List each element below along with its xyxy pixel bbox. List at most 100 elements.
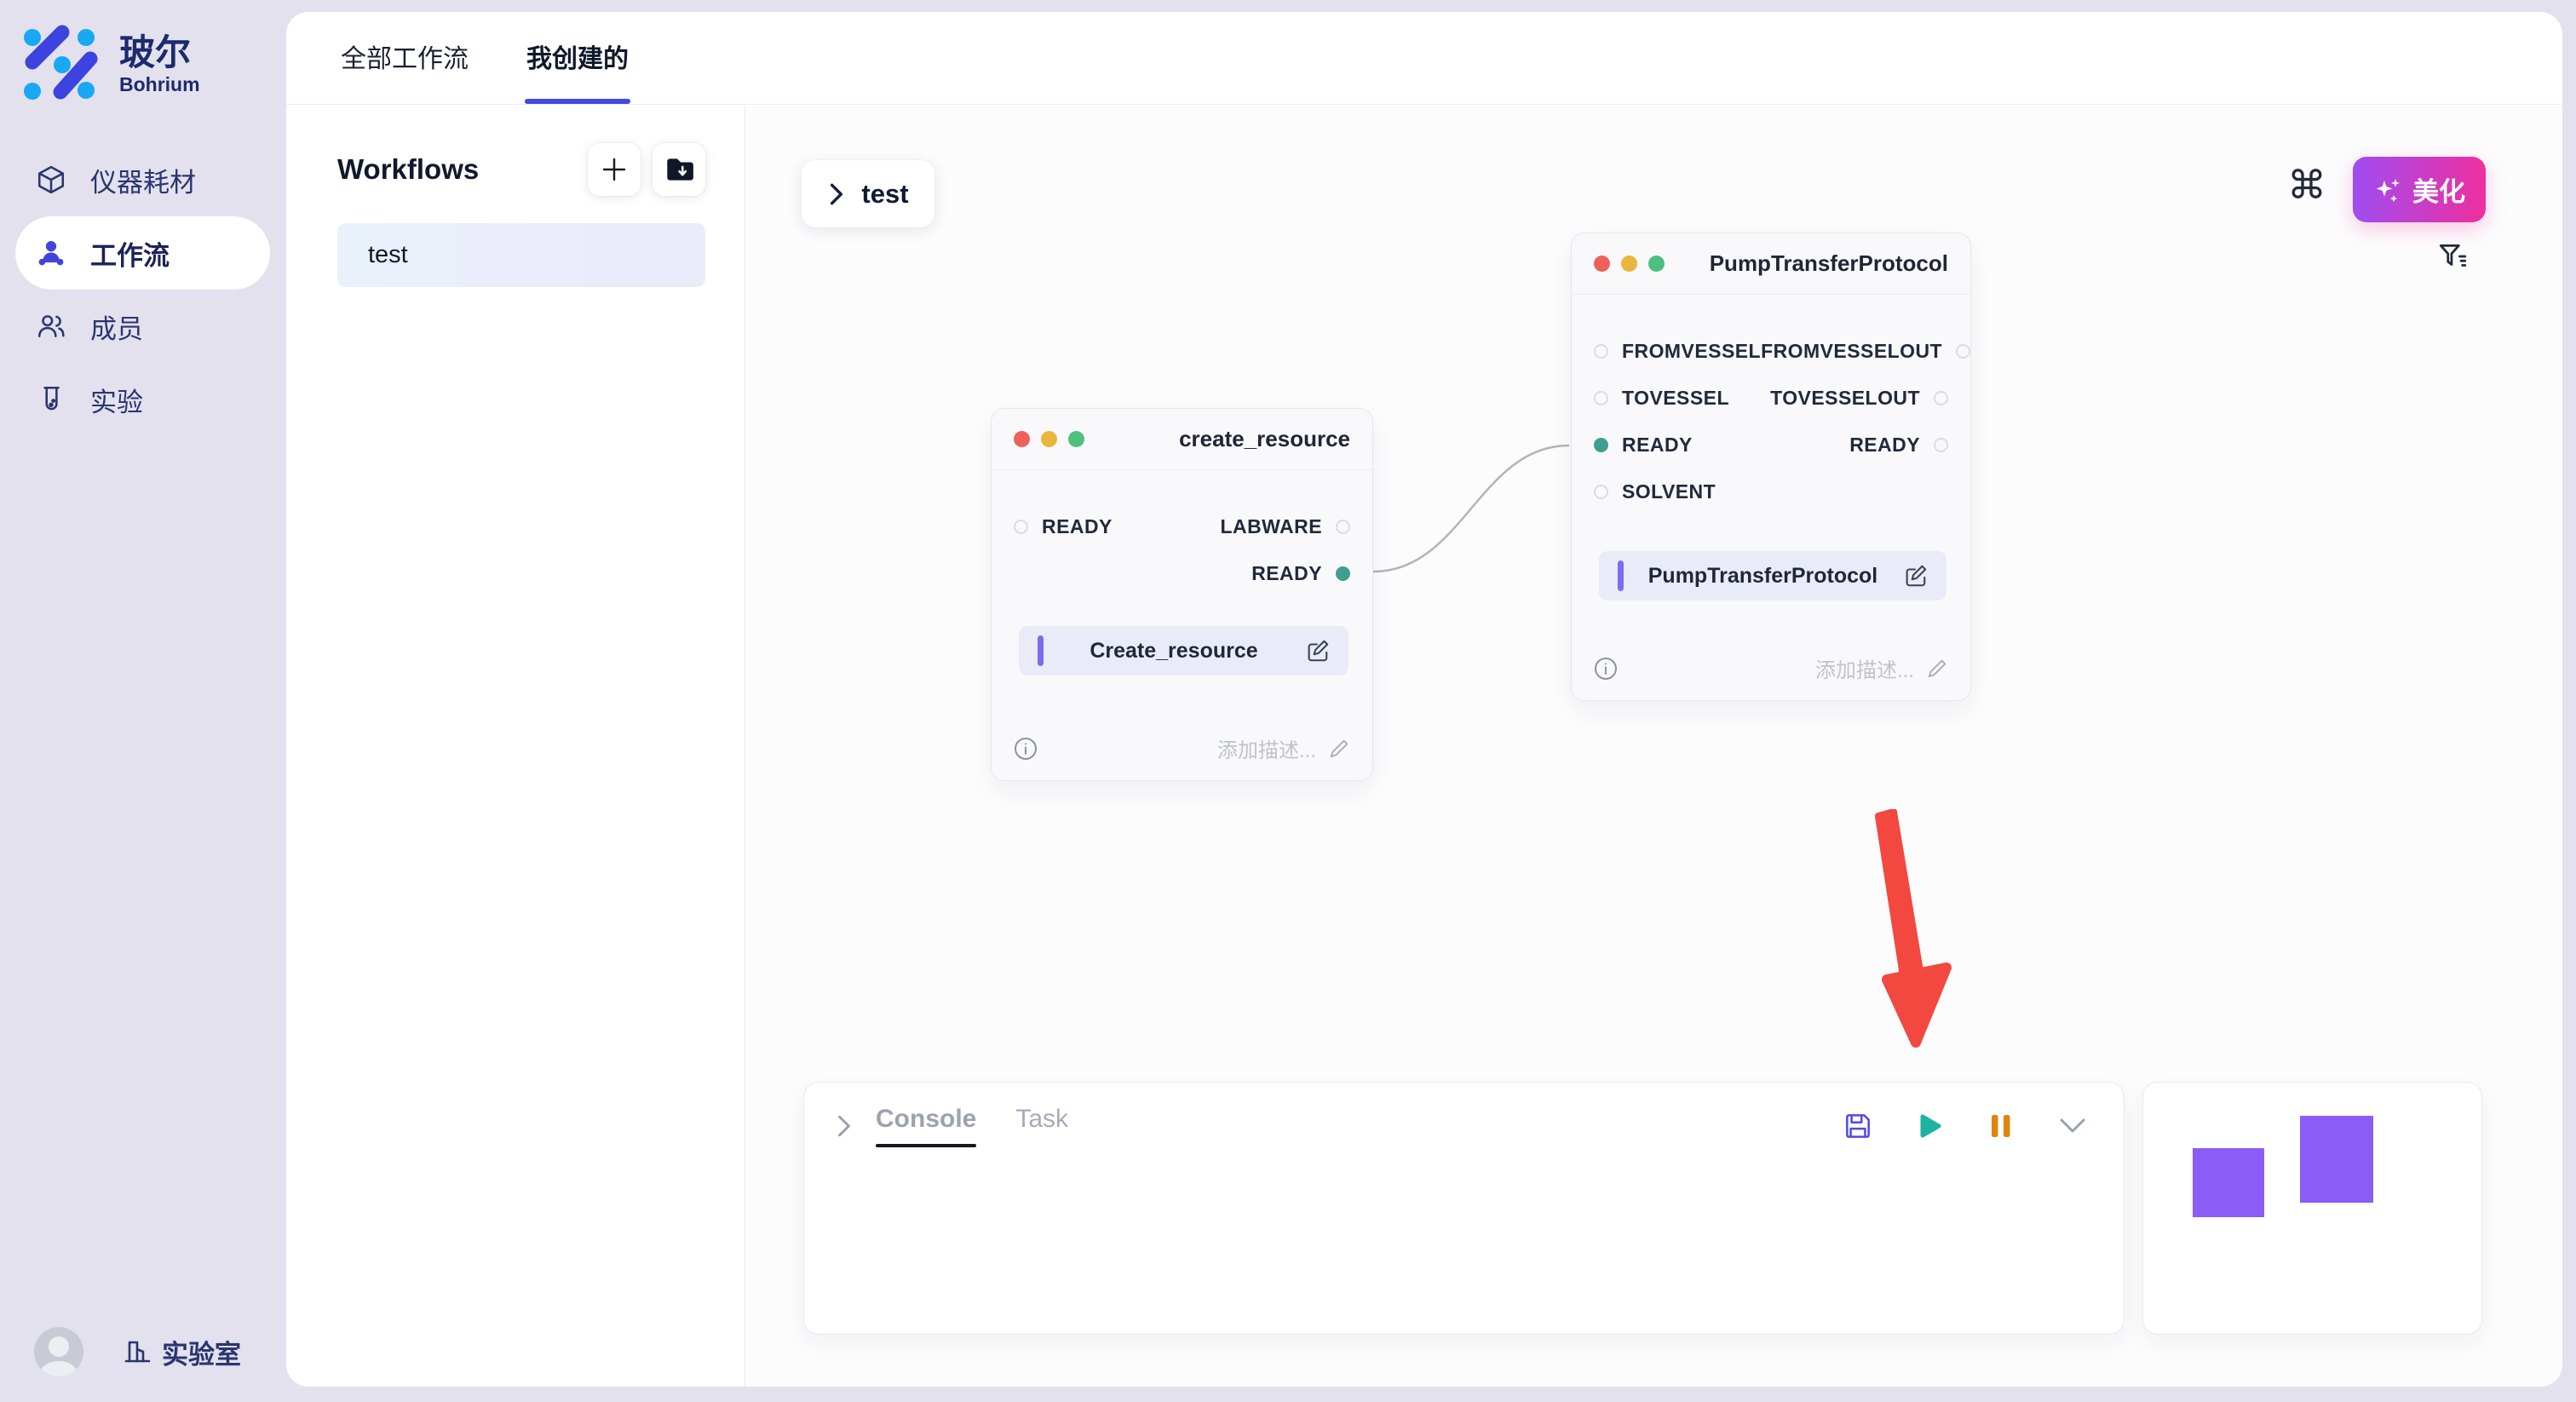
add-workflow-button[interactable] — [588, 143, 641, 196]
bohrium-logo-icon — [22, 22, 107, 107]
sparkles-icon — [2373, 175, 2402, 204]
output-port-dot[interactable] — [1336, 520, 1350, 534]
sidebar-item-instruments[interactable]: 仪器耗材 — [0, 143, 286, 216]
pill-label: Create_resource — [1044, 639, 1304, 664]
port-label: FROMVESSEL — [1622, 340, 1761, 363]
node-footer: 添加描述... — [1014, 733, 1350, 763]
traffic-light-dots — [1594, 256, 1665, 272]
port-label: TOVESSELOUT — [1770, 387, 1920, 410]
pill-accent-bar — [1618, 560, 1624, 591]
canvas-breadcrumb[interactable]: test — [802, 160, 934, 227]
save-button[interactable] — [1841, 1109, 1875, 1143]
console-tab-underline — [876, 1144, 976, 1147]
workflows-panel-title: Workflows — [337, 153, 479, 186]
members-icon — [34, 309, 68, 343]
sidebar-item-experiments[interactable]: 实验 — [0, 363, 286, 436]
node-action-pill[interactable]: Create_resource — [1019, 626, 1348, 675]
brand-logo: 玻尔 Bohrium — [0, 0, 286, 107]
edit-icon[interactable] — [1902, 563, 1928, 589]
workflow-canvas[interactable]: test create_resource READY — [745, 106, 2562, 1387]
run-button[interactable] — [1912, 1109, 1946, 1143]
beautify-button[interactable]: 美化 — [2353, 157, 2486, 222]
tab-label: Task — [1015, 1105, 1068, 1133]
input-port-dot[interactable] — [1014, 520, 1028, 534]
breadcrumb-label: test — [861, 179, 908, 210]
tab-task[interactable]: Task — [1015, 1105, 1068, 1147]
node-header: PumpTransferProtocol — [1572, 233, 1970, 295]
minimap-node — [2300, 1116, 2373, 1203]
output-port-dot[interactable] — [1336, 566, 1350, 581]
tab-all-workflows[interactable]: 全部工作流 — [339, 37, 470, 104]
workflow-list-item[interactable]: test — [337, 223, 705, 287]
node-title: PumpTransferProtocol — [1710, 250, 1948, 277]
chevron-right-icon — [827, 181, 846, 207]
description-placeholder[interactable]: 添加描述... — [1217, 733, 1316, 763]
main-content-card: 全部工作流 我创建的 Workflows — [286, 12, 2562, 1387]
output-port-dot[interactable] — [1934, 391, 1948, 405]
node-create-resource[interactable]: create_resource READY LABWARE — [991, 408, 1373, 781]
description-placeholder[interactable]: 添加描述... — [1815, 653, 1914, 683]
experiment-icon — [34, 382, 68, 417]
node-action-pill[interactable]: PumpTransferProtocol — [1599, 551, 1946, 600]
port-label: TOVESSEL — [1622, 387, 1729, 410]
info-icon[interactable] — [1594, 657, 1618, 681]
sidebar-item-label: 实验 — [90, 381, 143, 419]
edge-create-resource-to-pump — [1373, 445, 1569, 572]
pencil-icon[interactable] — [1328, 738, 1350, 760]
tab-my-created[interactable]: 我创建的 — [525, 37, 630, 104]
console-panel: Console Task — [803, 1082, 2125, 1335]
user-avatar[interactable] — [34, 1327, 83, 1376]
workspace-switcher[interactable]: 实验室 — [123, 1333, 241, 1371]
port-label: LABWARE — [1221, 515, 1323, 538]
port-label: FROMVESSELOUT — [1761, 340, 1942, 363]
workflow-item-name: test — [368, 241, 408, 269]
building-icon — [123, 1337, 152, 1366]
annotation-arrow — [1866, 809, 1969, 1065]
pencil-icon[interactable] — [1926, 658, 1948, 680]
brand-name-en: Bohrium — [119, 74, 200, 95]
sidebar-item-members[interactable]: 成员 — [0, 290, 286, 363]
tab-label: Console — [876, 1105, 976, 1133]
workflow-tabs-bar: 全部工作流 我创建的 — [286, 12, 2562, 105]
port-label: READY — [1622, 434, 1693, 457]
pause-button[interactable] — [1984, 1109, 2018, 1143]
workflows-panel: Workflows — [286, 106, 745, 1387]
expand-chevron-icon[interactable] — [835, 1113, 854, 1139]
input-port-dot[interactable] — [1594, 438, 1608, 452]
floppy-icon — [1842, 1110, 1874, 1142]
output-port-dot[interactable] — [1934, 438, 1948, 452]
active-tab-underline — [525, 99, 630, 104]
plus-icon — [600, 155, 629, 184]
canvas-minimap[interactable] — [2142, 1082, 2482, 1335]
output-port-dot[interactable] — [1956, 344, 1970, 359]
input-port-dot[interactable] — [1594, 391, 1608, 405]
input-port-dot[interactable] — [1594, 485, 1608, 499]
port-label: READY — [1042, 515, 1113, 538]
package-icon — [34, 163, 68, 197]
pill-accent-bar — [1038, 635, 1044, 666]
port-label: READY — [1251, 562, 1322, 585]
sidebar-menu: 仪器耗材 工作流 成员 — [0, 143, 286, 436]
info-icon[interactable] — [1014, 737, 1038, 761]
folder-download-icon — [663, 153, 695, 186]
edit-icon[interactable] — [1304, 638, 1330, 664]
node-header: create_resource — [992, 409, 1372, 470]
command-shortcuts-icon[interactable]: ⌘ — [2287, 165, 2326, 204]
filter-icon[interactable] — [2436, 240, 2469, 277]
workspace-label: 实验室 — [162, 1333, 241, 1371]
node-pump-transfer-protocol[interactable]: PumpTransferProtocol FROMVESSEL FROMVESS… — [1571, 233, 1971, 701]
sidebar-item-label: 仪器耗材 — [90, 161, 196, 199]
pill-label: PumpTransferProtocol — [1624, 564, 1902, 589]
import-workflow-button[interactable] — [653, 143, 705, 196]
input-port-dot[interactable] — [1594, 344, 1608, 359]
port-label: READY — [1849, 434, 1920, 457]
workflow-icon — [34, 236, 68, 270]
workflow-list: test — [337, 223, 705, 287]
collapse-panel-button[interactable] — [2056, 1109, 2090, 1143]
beautify-label: 美化 — [2412, 170, 2465, 209]
app-sidebar: 玻尔 Bohrium 仪器耗材 工作流 — [0, 0, 286, 1402]
node-title: create_resource — [1179, 426, 1350, 452]
brand-name-zh: 玻尔 — [119, 33, 200, 72]
sidebar-item-workflows[interactable]: 工作流 — [15, 216, 270, 290]
tab-console[interactable]: Console — [876, 1105, 976, 1147]
